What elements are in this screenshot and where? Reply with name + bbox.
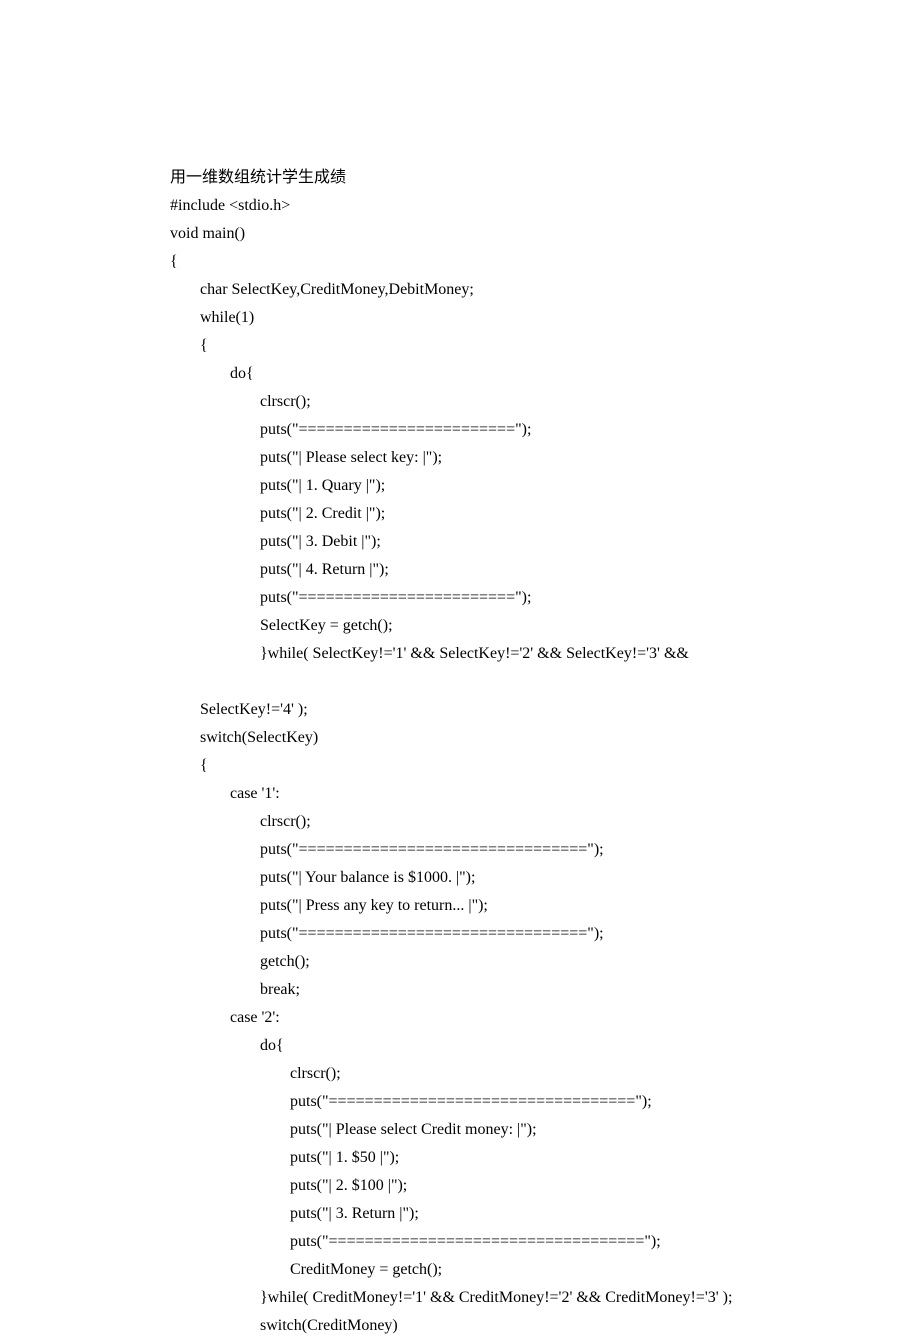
code-line: SelectKey!='4' ); bbox=[170, 696, 750, 724]
code-line: case '2': bbox=[170, 1004, 750, 1032]
code-line: clrscr(); bbox=[170, 1060, 750, 1088]
code-block: 用一维数组统计学生成绩#include <stdio.h>void main()… bbox=[170, 164, 750, 1340]
code-line: char SelectKey,CreditMoney,DebitMoney; bbox=[170, 276, 750, 304]
code-line: puts("| Press any key to return... |"); bbox=[170, 892, 750, 920]
code-line: { bbox=[170, 752, 750, 780]
code-line: CreditMoney = getch(); bbox=[170, 1256, 750, 1284]
code-line: getch(); bbox=[170, 948, 750, 976]
code-line bbox=[170, 668, 750, 696]
code-line: void main() bbox=[170, 220, 750, 248]
code-line: clrscr(); bbox=[170, 388, 750, 416]
code-line: puts("| 2. $100 |"); bbox=[170, 1172, 750, 1200]
code-line: switch(SelectKey) bbox=[170, 724, 750, 752]
code-line: 用一维数组统计学生成绩 bbox=[170, 164, 750, 192]
code-line: puts("| Please select key: |"); bbox=[170, 444, 750, 472]
code-line: #include <stdio.h> bbox=[170, 192, 750, 220]
code-line: puts("| 4. Return |"); bbox=[170, 556, 750, 584]
code-line: { bbox=[170, 332, 750, 360]
document-page: 用一维数组统计学生成绩#include <stdio.h>void main()… bbox=[0, 0, 920, 1340]
code-line: break; bbox=[170, 976, 750, 1004]
code-line: while(1) bbox=[170, 304, 750, 332]
code-line: puts("| 1. $50 |"); bbox=[170, 1144, 750, 1172]
code-line: puts("| Your balance is $1000. |"); bbox=[170, 864, 750, 892]
code-line: { bbox=[170, 248, 750, 276]
code-line: do{ bbox=[170, 360, 750, 388]
code-line: puts("========================"); bbox=[170, 584, 750, 612]
code-line: }while( SelectKey!='1' && SelectKey!='2'… bbox=[170, 640, 750, 668]
code-line: puts("==================================… bbox=[170, 1088, 750, 1116]
code-line: puts("==================================… bbox=[170, 1228, 750, 1256]
code-line: SelectKey = getch(); bbox=[170, 612, 750, 640]
code-line: puts("| 3. Debit |"); bbox=[170, 528, 750, 556]
code-line: puts("| 2. Credit |"); bbox=[170, 500, 750, 528]
code-line: }while( CreditMoney!='1' && CreditMoney!… bbox=[170, 1284, 750, 1312]
code-line: case '1': bbox=[170, 780, 750, 808]
code-line: puts("========================"); bbox=[170, 416, 750, 444]
code-line: puts("| 1. Quary |"); bbox=[170, 472, 750, 500]
code-line: clrscr(); bbox=[170, 808, 750, 836]
code-line: puts("================================")… bbox=[170, 836, 750, 864]
code-line: puts("| 3. Return |"); bbox=[170, 1200, 750, 1228]
code-line: puts("================================")… bbox=[170, 920, 750, 948]
code-line: switch(CreditMoney) bbox=[170, 1312, 750, 1340]
code-line: do{ bbox=[170, 1032, 750, 1060]
code-line: puts("| Please select Credit money: |"); bbox=[170, 1116, 750, 1144]
